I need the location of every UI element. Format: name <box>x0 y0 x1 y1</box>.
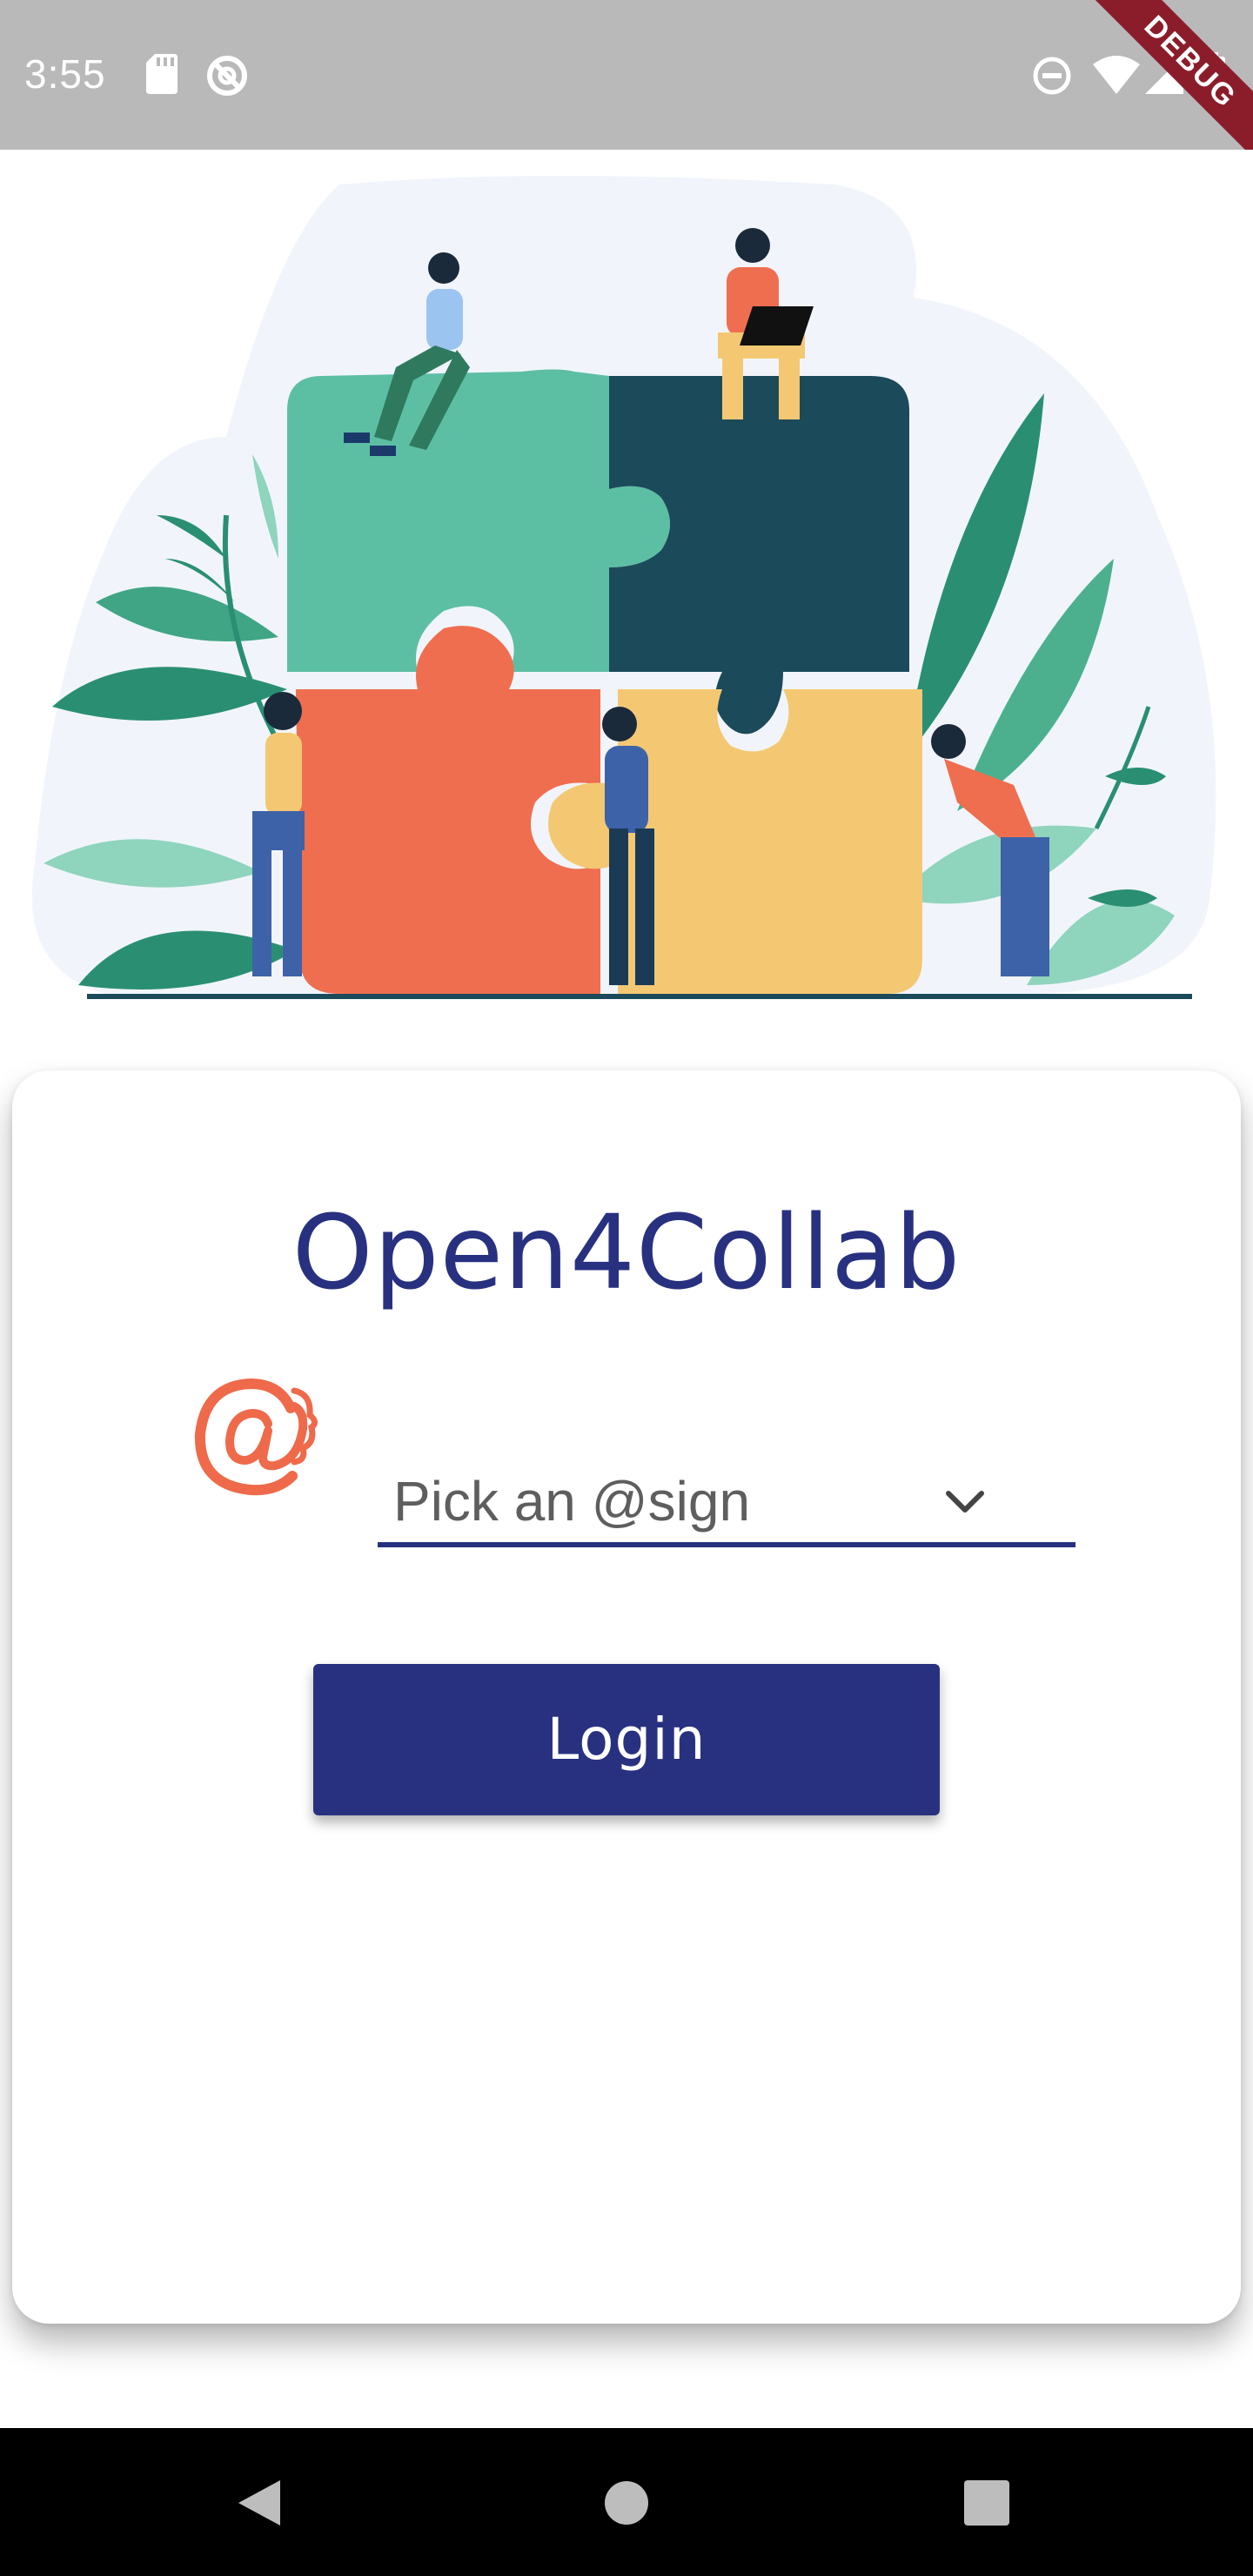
chevron-down-icon[interactable] <box>945 1490 985 1520</box>
login-card: Open4Collab Pick an @sign Login <box>12 1070 1241 2324</box>
sd-card-icon <box>146 54 178 98</box>
do-not-disturb-icon <box>1032 56 1072 100</box>
wifi-icon <box>1093 56 1140 98</box>
login-button[interactable]: Login <box>313 1664 940 1815</box>
atsign-logo-icon <box>188 1373 318 1508</box>
sync-disabled-icon <box>205 54 249 102</box>
team-puzzle-illustration <box>0 150 1253 1070</box>
status-bar: 3:55 <box>0 0 1253 150</box>
recents-icon[interactable] <box>964 2480 1009 2530</box>
back-icon[interactable] <box>235 2477 284 2533</box>
app-title: Open4Collab <box>291 1192 962 1312</box>
atsign-dropdown[interactable]: Pick an @sign <box>378 1436 1075 1547</box>
dropdown-selected-value: Pick an @sign <box>393 1470 751 1533</box>
navigation-bar <box>0 2428 1253 2576</box>
home-icon[interactable] <box>604 2480 649 2530</box>
dropdown-underline <box>378 1542 1075 1547</box>
status-time: 3:55 <box>24 51 106 97</box>
